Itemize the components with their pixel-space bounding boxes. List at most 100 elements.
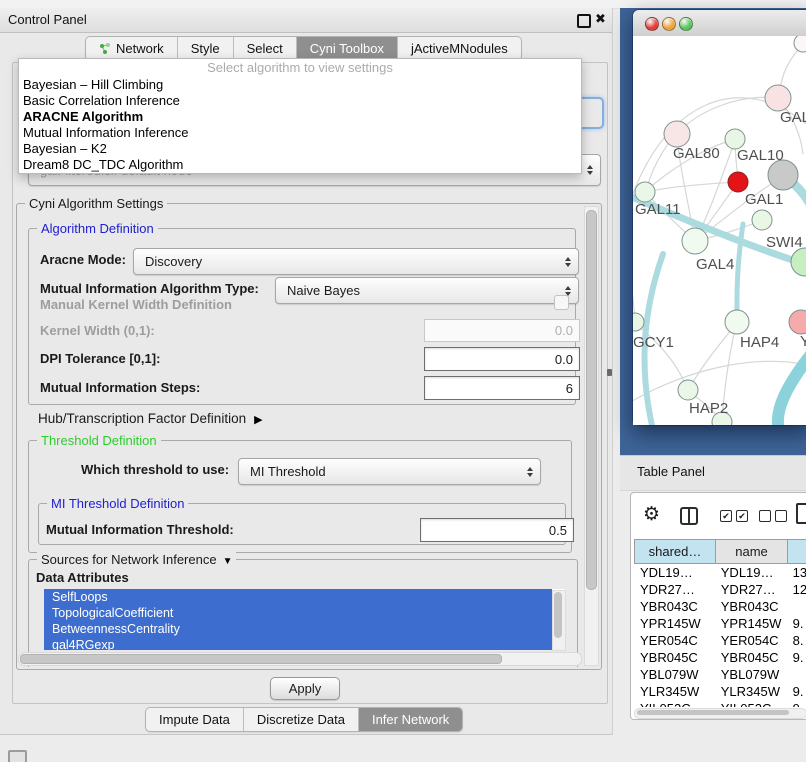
apply-button[interactable]: Apply <box>270 677 340 700</box>
network-node-hap4[interactable] <box>725 310 749 334</box>
table-row[interactable]: YDR27…YDR27…12 <box>634 581 806 598</box>
sources-header[interactable]: Sources for Network Inference▼ <box>37 552 236 567</box>
network-node-swi4[interactable] <box>791 248 806 276</box>
network-node-gal11[interactable] <box>635 182 655 202</box>
table-cell[interactable]: YBR045C <box>715 649 787 666</box>
network-canvas[interactable]: GALGAL80GAL10GAL11GAL1SWI4GAL4GCY1HAP4YH… <box>633 36 806 425</box>
network-node-gal1[interactable] <box>752 210 772 230</box>
table-row[interactable]: YDL19…YDL19…13 <box>634 564 806 581</box>
algorithm-option-dream8-dc-tdc-algorithm[interactable]: Dream8 DC_TDC Algorithm <box>19 157 581 173</box>
network-node-gal[interactable] <box>765 85 791 111</box>
network-window-titlebar[interactable] <box>633 10 806 37</box>
column-header-name[interactable]: name <box>716 539 788 564</box>
algorithm-option-bayesian-hill-climbing[interactable]: Bayesian – Hill Climbing <box>19 77 581 93</box>
zoom-traffic-light[interactable] <box>679 17 693 31</box>
table-cell[interactable]: YPR145W <box>634 615 715 632</box>
table-cell[interactable]: YBR043C <box>715 598 787 615</box>
table-cell[interactable]: YLR345W <box>634 683 715 700</box>
table-row[interactable]: YER054CYER054C8. <box>634 632 806 649</box>
gear-icon[interactable]: ⚙ <box>643 503 660 526</box>
table-row[interactable]: YIL052CYIL052C9 <box>634 700 806 707</box>
mi-threshold-field[interactable]: 0.5 <box>420 518 574 542</box>
tab-style[interactable]: Style <box>177 37 233 60</box>
network-edge[interactable] <box>633 266 635 320</box>
network-node[interactable] <box>728 172 748 192</box>
network-node[interactable] <box>794 36 806 52</box>
table-cell[interactable]: YDR27… <box>634 581 715 598</box>
dock-panel-icon[interactable] <box>8 750 27 762</box>
table-row[interactable]: YBR043CYBR043C <box>634 598 806 615</box>
manual-kernel-checkbox[interactable] <box>554 295 569 310</box>
tab-discretize-data[interactable]: Discretize Data <box>243 708 358 731</box>
network-node-gal4[interactable] <box>682 228 708 254</box>
document-icon[interactable] <box>796 503 806 524</box>
table-row[interactable]: YPR145WYPR145W9. <box>634 615 806 632</box>
tab-jactivemnodules[interactable]: jActiveMNodules <box>397 37 521 60</box>
table-cell[interactable]: 8. <box>787 632 806 649</box>
table-cell[interactable]: 9. <box>787 649 806 666</box>
table-cell[interactable]: YBR045C <box>634 649 715 666</box>
column-header-a[interactable]: A <box>788 539 806 564</box>
network-node-gal10[interactable] <box>725 129 745 149</box>
mi-type-combo[interactable]: Naive Bayes <box>275 277 579 304</box>
network-node-gcy1[interactable] <box>633 313 644 331</box>
data-attributes-list[interactable]: SelfLoopsTopologicalCoefficientBetweenne… <box>44 589 565 650</box>
table-cell[interactable]: 9. <box>787 615 806 632</box>
table-cell[interactable]: YBL079W <box>715 666 787 683</box>
algorithm-option-bayesian-k2[interactable]: Bayesian – K2 <box>19 141 581 157</box>
which-threshold-combo[interactable]: MI Threshold <box>238 458 541 485</box>
table-cell[interactable]: 9. <box>787 683 806 700</box>
network-node-gal80[interactable] <box>664 121 690 147</box>
tab-impute-data[interactable]: Impute Data <box>146 708 243 731</box>
network-edge[interactable] <box>690 324 736 388</box>
tab-network[interactable]: Network <box>86 37 177 60</box>
network-edge[interactable] <box>646 182 736 192</box>
column-header-shared-[interactable]: shared… <box>634 539 716 564</box>
split-columns-icon[interactable] <box>680 507 698 525</box>
tab-infer-network[interactable]: Infer Network <box>358 708 462 731</box>
minimize-traffic-light[interactable] <box>662 17 676 31</box>
network-edge-highlighted[interactable] <box>778 342 806 425</box>
table-row[interactable]: YBR045CYBR045C9. <box>634 649 806 666</box>
table-cell[interactable]: 13 <box>787 564 806 581</box>
tab-cyni-toolbox[interactable]: Cyni Toolbox <box>296 37 397 60</box>
table-cell[interactable] <box>787 598 806 615</box>
network-graph[interactable]: GALGAL80GAL10GAL11GAL1SWI4GAL4GCY1HAP4YH… <box>633 36 806 425</box>
dpi-tolerance-field[interactable]: 0.0 <box>424 347 580 371</box>
attribute-item-topologicalcoefficient[interactable]: TopologicalCoefficient <box>44 605 552 621</box>
table-cell[interactable]: YER054C <box>715 632 787 649</box>
table-cell[interactable]: 9 <box>787 700 806 707</box>
table-scrollbar-thumb[interactable] <box>637 710 789 715</box>
table-cell[interactable]: YLR345W <box>715 683 787 700</box>
table-cell[interactable]: YDL19… <box>715 564 787 581</box>
algorithm-option-mutual-information-inference[interactable]: Mutual Information Inference <box>19 125 581 141</box>
float-icon[interactable] <box>577 14 591 28</box>
table-cell[interactable]: YIL052C <box>715 700 787 707</box>
attribute-item-selfloops[interactable]: SelfLoops <box>44 589 552 605</box>
network-node-hap2[interactable] <box>678 380 698 400</box>
table-cell[interactable]: YBL079W <box>634 666 715 683</box>
network-node-y[interactable] <box>789 310 806 334</box>
settings-vertical-scrollbar-thumb[interactable] <box>586 210 597 590</box>
close-traffic-light[interactable] <box>645 17 659 31</box>
kernel-width-field[interactable]: 0.0 <box>424 319 580 342</box>
splitter-handle[interactable] <box>607 369 612 376</box>
mi-steps-field[interactable]: 6 <box>424 376 580 400</box>
close-icon[interactable]: ✖ <box>595 11 606 27</box>
algorithm-option-basic-correlation-inference[interactable]: Basic Correlation Inference <box>19 93 581 109</box>
hub-section-header[interactable]: Hub/Transcription Factor Definition▶ <box>38 411 263 426</box>
table-cell[interactable]: YBR043C <box>634 598 715 615</box>
table-cell[interactable]: YPR145W <box>715 615 787 632</box>
table-cell[interactable]: YDR27… <box>715 581 787 598</box>
aracne-mode-combo[interactable]: Discovery <box>133 248 579 275</box>
table-row[interactable]: YLR345WYLR345W9. <box>634 683 806 700</box>
attributes-scrollbar-thumb[interactable] <box>554 592 562 638</box>
table-cell[interactable]: 12 <box>787 581 806 598</box>
network-node[interactable] <box>768 160 798 190</box>
table-horizontal-scrollbar[interactable] <box>634 708 806 719</box>
unchecked-pair-icon[interactable] <box>759 510 787 522</box>
table-cell[interactable]: YDL19… <box>634 564 715 581</box>
algorithm-option-aracne-algorithm[interactable]: ARACNE Algorithm <box>19 109 581 125</box>
settings-horizontal-scrollbar-thumb[interactable] <box>20 654 502 664</box>
attribute-item-gal4rgexp[interactable]: gal4RGexp <box>44 637 552 650</box>
